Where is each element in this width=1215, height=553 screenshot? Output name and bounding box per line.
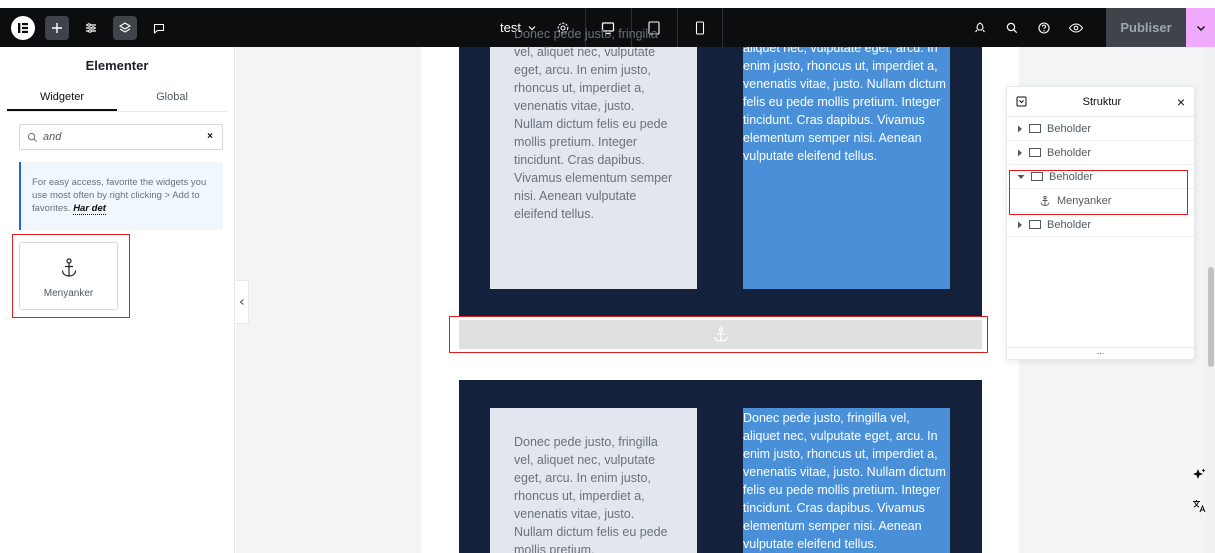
chevron-left-icon: [239, 299, 244, 305]
comments-icon[interactable]: [147, 16, 171, 40]
structure-row-label: Beholder: [1047, 146, 1092, 159]
structure-header: Struktur ×: [1007, 87, 1194, 117]
help-icon[interactable]: [1028, 16, 1060, 40]
toolbar-right-group: Publiser: [964, 8, 1215, 47]
text-paragraph: Donec pede justo, fringilla vel, aliquet…: [514, 27, 673, 221]
hint-text: For easy access, favorite the widgets yo…: [32, 177, 207, 214]
publish-button[interactable]: Publiser: [1106, 8, 1186, 47]
panel-title: Elementer: [85, 58, 149, 73]
structure-row[interactable]: Beholder: [1007, 141, 1194, 165]
clear-search-icon[interactable]: ×: [207, 131, 213, 142]
panel-tabs: Widgeter Global: [7, 85, 227, 112]
structure-resize-handle[interactable]: ...: [1007, 347, 1194, 359]
structure-title: Struktur: [1082, 95, 1122, 108]
text-paragraph: aliquet nec, vulputate eget, arcu. In en…: [743, 47, 946, 163]
container-icon: [1029, 148, 1041, 157]
text-column-blue-top[interactable]: aliquet nec, vulputate eget, arcu. In en…: [743, 47, 950, 289]
structure-icon: [1016, 96, 1027, 107]
close-icon[interactable]: ×: [1177, 94, 1185, 110]
tab-global[interactable]: Global: [117, 85, 227, 111]
ai-sparkle-icon[interactable]: [1190, 466, 1208, 484]
toolbar-left-group: [0, 8, 171, 47]
tab-widgets[interactable]: Widgeter: [7, 85, 117, 111]
hint-dismiss-link[interactable]: Har det: [73, 203, 106, 215]
structure-layers-icon[interactable]: [113, 15, 137, 40]
apps-rocket-icon[interactable]: [964, 16, 996, 40]
highlight-canvas-anchor: [449, 316, 988, 353]
translate-icon[interactable]: [1190, 497, 1208, 515]
text-paragraph: Donec pede justo, fringilla vel, aliquet…: [514, 435, 668, 553]
container-icon: [1029, 124, 1041, 133]
caret-right-icon: [1018, 149, 1022, 156]
text-column-light-top[interactable]: Donec pede justo, fringilla vel, aliquet…: [490, 27, 697, 289]
widget-search-input[interactable]: and ×: [19, 124, 223, 150]
add-element-icon[interactable]: [45, 15, 69, 40]
structure-row-label: Beholder: [1047, 122, 1092, 135]
caret-right-icon: [1018, 125, 1022, 132]
favorites-hint: For easy access, favorite the widgets yo…: [19, 162, 223, 230]
site-settings-icon[interactable]: [79, 16, 103, 40]
structure-panel: Struktur × Beholder Beholder Beholder Me…: [1006, 86, 1195, 360]
caret-right-icon: [1018, 221, 1022, 228]
text-paragraph: Donec pede justo, fringilla vel, aliquet…: [743, 411, 946, 551]
structure-row-label: Beholder: [1047, 218, 1092, 231]
highlight-structure-group: [1009, 170, 1188, 215]
text-column-light-bottom[interactable]: Donec pede justo, fringilla vel, aliquet…: [490, 408, 697, 553]
structure-row[interactable]: Beholder: [1007, 117, 1194, 141]
search-icon[interactable]: [996, 16, 1028, 40]
mobile-view-icon[interactable]: [676, 8, 723, 47]
search-icon: [27, 132, 37, 142]
publish-options-button[interactable]: [1186, 8, 1215, 47]
preview-eye-icon[interactable]: [1060, 16, 1092, 40]
text-column-blue-bottom[interactable]: Donec pede justo, fringilla vel, aliquet…: [743, 408, 950, 553]
highlight-widget: [12, 234, 130, 318]
chevron-down-icon: [1196, 25, 1205, 31]
container-icon: [1029, 220, 1041, 229]
window-top-strip: [0, 0, 1215, 8]
elementor-logo-icon[interactable]: [11, 15, 35, 40]
collapse-panel-button[interactable]: [235, 280, 249, 324]
structure-row[interactable]: Beholder: [1007, 213, 1194, 237]
search-value: and: [43, 131, 62, 143]
scrollbar-thumb[interactable]: [1208, 267, 1214, 367]
